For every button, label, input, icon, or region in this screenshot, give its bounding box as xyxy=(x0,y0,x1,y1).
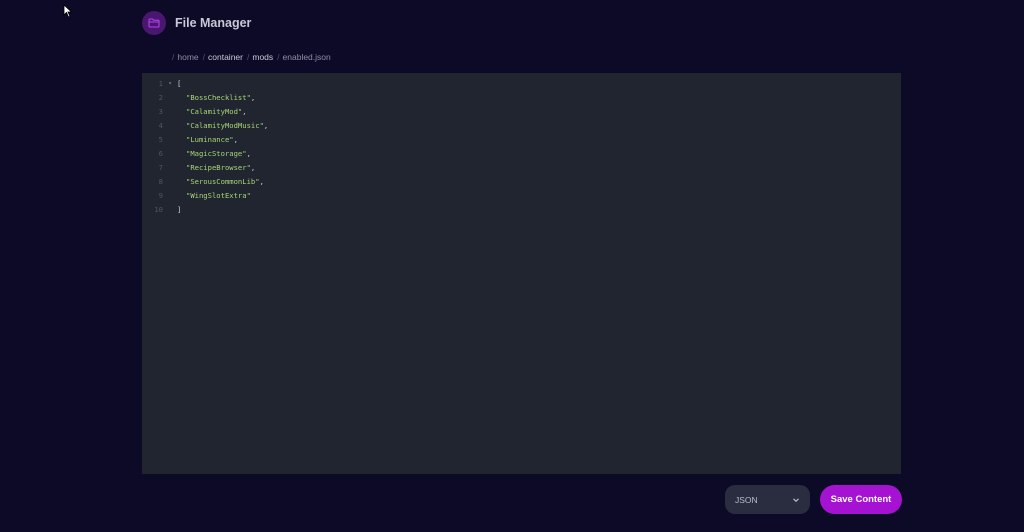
json-comma: , xyxy=(263,120,269,130)
language-select[interactable]: JSON xyxy=(725,485,810,514)
json-comma: , xyxy=(259,176,264,186)
code-line[interactable]: 10] xyxy=(142,202,901,216)
line-number: 5 xyxy=(158,134,163,144)
json-string: "RecipeBrowser" xyxy=(186,162,251,172)
folder-icon xyxy=(148,18,160,28)
line-number: 3 xyxy=(158,106,163,116)
code-line[interactable]: 5 "Luminance", xyxy=(142,132,901,146)
line-number: 4 xyxy=(158,120,163,130)
mouse-cursor-icon xyxy=(63,4,73,18)
code-text: [ xyxy=(177,79,181,88)
chevron-down-icon xyxy=(793,497,799,502)
json-bracket: ] xyxy=(177,204,182,214)
breadcrumb-mods[interactable]: mods xyxy=(252,52,273,62)
line-number: 9 xyxy=(158,190,163,200)
code-text: ] xyxy=(177,205,181,214)
code-text: "SerousCommonLib", xyxy=(177,177,264,186)
line-number: 1 xyxy=(158,78,163,88)
fold-toggle-icon[interactable]: ▾ xyxy=(163,80,177,87)
save-content-button[interactable]: Save Content xyxy=(820,485,902,514)
code-text: "RecipeBrowser", xyxy=(177,163,255,172)
breadcrumb-separator: / xyxy=(246,52,250,62)
code-line[interactable]: 3 "CalamityMod", xyxy=(142,104,901,118)
json-string: "CalamityMod" xyxy=(186,106,243,116)
code-text: "MagicStorage", xyxy=(177,149,251,158)
json-comma: , xyxy=(242,106,247,116)
page-title: File Manager xyxy=(175,16,252,30)
code-line[interactable]: 7 "RecipeBrowser", xyxy=(142,160,901,174)
line-number: 2 xyxy=(158,92,163,102)
line-number: 8 xyxy=(158,176,163,186)
breadcrumb-current-file: enabled.json xyxy=(282,52,331,62)
line-number: 6 xyxy=(158,148,163,158)
json-string: "BossChecklist" xyxy=(186,92,251,102)
line-number: 10 xyxy=(154,204,163,214)
code-text: "BossChecklist", xyxy=(177,93,255,102)
json-string: "MagicStorage" xyxy=(186,148,247,158)
breadcrumb-separator: / xyxy=(172,52,175,62)
line-number: 7 xyxy=(158,162,163,172)
code-line[interactable]: 4 "CalamityModMusic", xyxy=(142,118,901,132)
json-bracket: [ xyxy=(177,78,182,88)
code-text: "Luminance", xyxy=(177,135,238,144)
breadcrumb: / home / container / mods / enabled.json xyxy=(172,51,335,63)
code-text: "CalamityModMusic", xyxy=(177,121,268,130)
breadcrumb-separator: / xyxy=(277,52,280,62)
json-comma: , xyxy=(233,134,238,144)
code-editor[interactable]: 1 ▾[2 "BossChecklist", 3 "CalamityMod", 4 "Cal… xyxy=(142,73,901,474)
folder-icon-badge xyxy=(142,11,166,35)
json-string: "Luminance" xyxy=(186,134,234,144)
code-line[interactable]: 2 "BossChecklist", xyxy=(142,90,901,104)
code-text: "WingSlotExtra" xyxy=(177,191,251,200)
breadcrumb-home[interactable]: home xyxy=(177,52,198,62)
json-comma: , xyxy=(246,148,251,158)
code-line[interactable]: 6 "MagicStorage", xyxy=(142,146,901,160)
language-select-value: JSON xyxy=(735,494,758,505)
json-string: "SerousCommonLib" xyxy=(186,176,260,186)
code-text: "CalamityMod", xyxy=(177,107,247,116)
code-line[interactable]: 1 ▾[ xyxy=(142,76,901,90)
code-line[interactable]: 8 "SerousCommonLib", xyxy=(142,174,901,188)
breadcrumb-container[interactable]: container xyxy=(208,52,243,62)
json-comma: , xyxy=(250,92,256,102)
code-line[interactable]: 9 "WingSlotExtra" xyxy=(142,188,901,202)
json-string: "WingSlotExtra" xyxy=(186,190,251,200)
json-comma: , xyxy=(250,162,256,172)
breadcrumb-separator: / xyxy=(202,52,206,62)
page-header: File Manager xyxy=(142,11,251,35)
json-string: "CalamityModMusic" xyxy=(186,120,264,130)
